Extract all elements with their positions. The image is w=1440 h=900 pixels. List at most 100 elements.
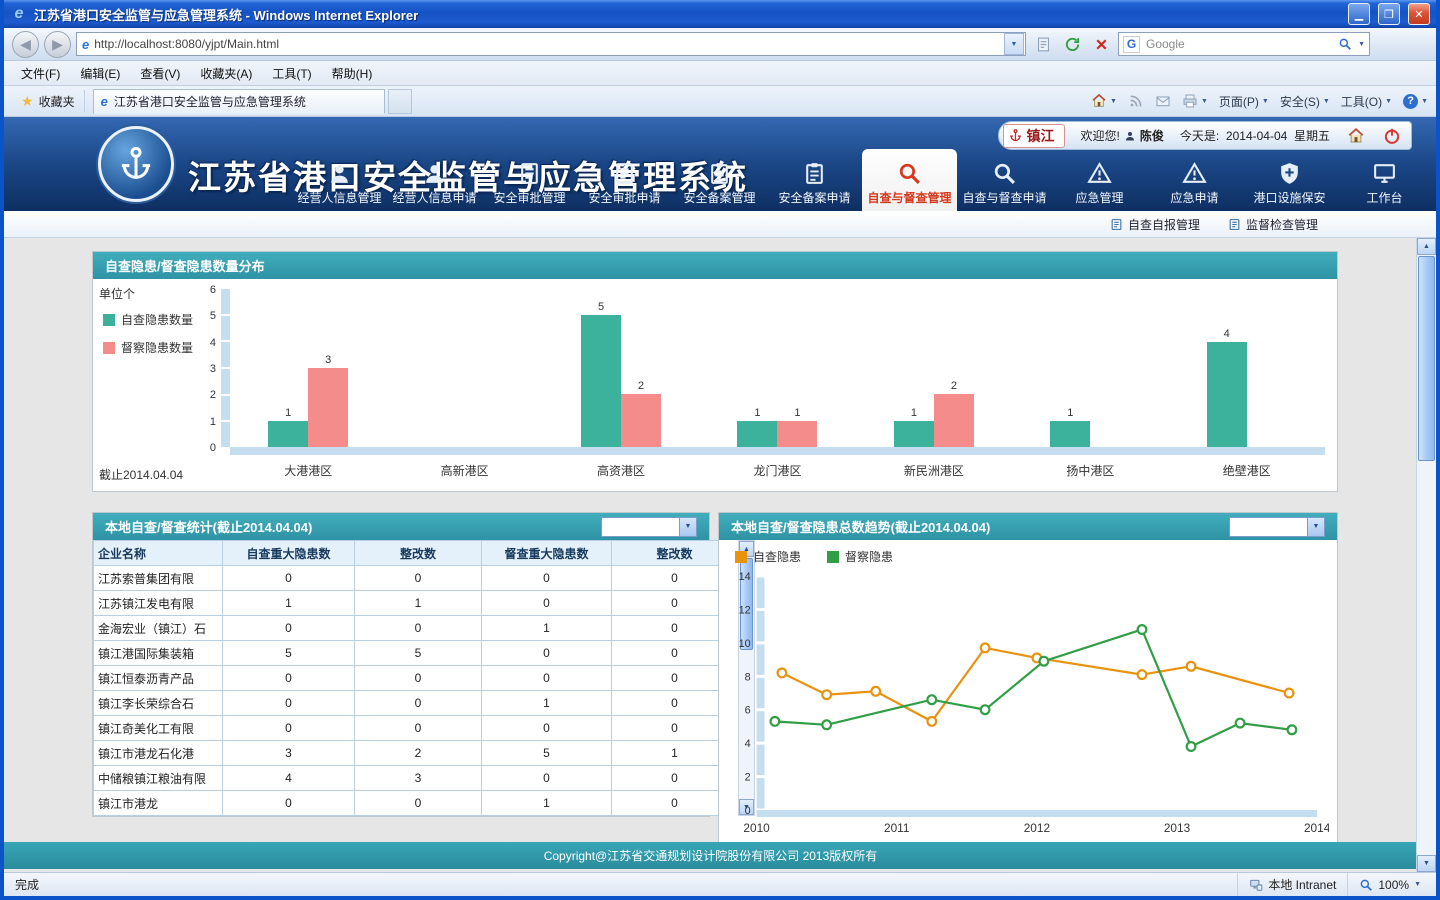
new-tab-button[interactable] — [388, 89, 412, 114]
minimize-button[interactable]: ▁ — [1348, 3, 1370, 25]
value-cell: 0 — [223, 691, 355, 716]
safety-menu-button[interactable]: 安全(S)▼ — [1280, 93, 1330, 110]
bar-x-axis: 大港港区高新港区高资港区龙门港区新民洲港区扬中港区绝壁港区 — [230, 462, 1325, 479]
nav-item-7-active[interactable]: 自查与督查管理 — [862, 149, 957, 211]
stats-filter-dropdown[interactable]: ▼ — [601, 517, 697, 537]
table-row[interactable]: 江苏索普集团有限0000 — [94, 566, 738, 591]
warning-icon — [1087, 161, 1112, 186]
table-row[interactable]: 镇江港国际集装箱5500 — [94, 641, 738, 666]
feeds-button[interactable] — [1128, 93, 1144, 109]
nav-item-1[interactable]: 经营人信息管理 — [292, 153, 387, 211]
nav-item-11[interactable]: 港口设施保安 — [1242, 153, 1337, 211]
tools-menu-button[interactable]: 工具(O)▼ — [1341, 93, 1392, 110]
legend-label: 自查隐患数量 — [121, 311, 193, 328]
favorites-button[interactable]: ★ 收藏夹 — [12, 90, 85, 112]
column-header-3: 整改数 — [355, 541, 482, 566]
address-dropdown-button[interactable]: ▼ — [1004, 33, 1024, 55]
print-button[interactable]: ▼ — [1182, 93, 1208, 109]
help-menu-button[interactable]: ?▼ — [1403, 94, 1428, 109]
nav-item-8[interactable]: 自查与督查申请 — [957, 153, 1052, 211]
trend-filter-dropdown[interactable]: ▼ — [1229, 517, 1325, 537]
bar-chart-panel: 自查隐患/督查隐患数量分布 单位个 自查隐患数量 督察隐患数量 截止2014.0… — [92, 251, 1338, 492]
back-button[interactable]: ◀ — [12, 31, 39, 58]
menu-bar: 文件(F) 编辑(E) 查看(V) 收藏夹(A) 工具(T) 帮助(H) — [4, 61, 1436, 86]
title-bar: e 江苏省港口安全监管与应急管理系统 - Windows Internet Ex… — [4, 0, 1436, 28]
subnav-item-supervision[interactable]: 监督检查管理 — [1228, 216, 1318, 233]
value-cell: 4 — [223, 766, 355, 791]
table-row[interactable]: 金海宏业（镇江）石0010 — [94, 616, 738, 641]
value-cell: 0 — [482, 641, 612, 666]
home-shortcut-button[interactable] — [1346, 126, 1366, 146]
table-row[interactable]: 镇江市港龙0010 — [94, 791, 738, 816]
nav-item-6[interactable]: 安全备案申请 — [767, 153, 862, 211]
nav-item-4[interactable]: 安全审批申请 — [577, 153, 672, 211]
copyright-text: Copyright@江苏省交通规划设计院股份有限公司 2013版权所有 — [544, 847, 878, 864]
inspection-trend-swatch — [827, 551, 839, 563]
svg-text:2010: 2010 — [743, 821, 770, 835]
menu-help[interactable]: 帮助(H) — [323, 62, 382, 85]
page-scrollbar[interactable]: ▲ ▼ — [1416, 238, 1436, 872]
active-tab[interactable]: e 江苏省港口安全监管与应急管理系统 — [93, 89, 385, 114]
value-cell: 1 — [223, 591, 355, 616]
bar-group-扬中港区: 1 — [1012, 289, 1168, 455]
doc-icon — [1110, 218, 1123, 231]
close-button[interactable]: ✕ — [1408, 3, 1430, 25]
nav-item-3[interactable]: 安全审批管理 — [482, 153, 577, 211]
stop-button[interactable] — [1089, 32, 1113, 56]
table-row[interactable]: 镇江市港龙石化港3251 — [94, 741, 738, 766]
maximize-button[interactable]: ❐ — [1378, 3, 1400, 25]
status-bar: 完成 本地 Intranet 100% ▼ — [4, 872, 1436, 896]
table-row[interactable]: 镇江恒泰沥青产品0000 — [94, 666, 738, 691]
self-check-swatch — [103, 314, 115, 326]
forward-button[interactable]: ▶ — [44, 31, 71, 58]
inspection-bar-高资港区 — [621, 394, 661, 447]
mail-button[interactable] — [1155, 93, 1171, 109]
nav-item-9[interactable]: 应急管理 — [1052, 153, 1147, 211]
page-footer: Copyright@江苏省交通规划设计院股份有限公司 2013版权所有 — [4, 842, 1417, 869]
table-row[interactable]: 江苏镇江发电有限1100 — [94, 591, 738, 616]
svg-text:2: 2 — [745, 772, 751, 784]
nav-item-2[interactable]: 经营人信息申请 — [387, 153, 482, 211]
value-cell: 0 — [223, 566, 355, 591]
value-cell: 0 — [355, 616, 482, 641]
value-cell: 5 — [355, 641, 482, 666]
home-button[interactable]: ▼ — [1091, 93, 1117, 109]
value-cell: 5 — [482, 741, 612, 766]
scroll-thumb[interactable] — [1418, 256, 1435, 461]
menu-edit[interactable]: 编辑(E) — [71, 62, 129, 85]
menu-favorites[interactable]: 收藏夹(A) — [191, 62, 261, 85]
nav-item-5[interactable]: 安全备案管理 — [672, 153, 767, 211]
scroll-down-icon[interactable]: ▼ — [1417, 855, 1436, 872]
menu-tools[interactable]: 工具(T) — [263, 62, 320, 85]
value-cell: 0 — [223, 791, 355, 816]
legend-label: 自查隐患 — [753, 548, 801, 565]
search-icon[interactable] — [1338, 37, 1352, 51]
subnav-item-self-report[interactable]: 自查自报管理 — [1110, 216, 1200, 233]
svg-text:8: 8 — [745, 671, 751, 683]
compatibility-view-button[interactable] — [1031, 32, 1055, 56]
value-cell: 0 — [223, 616, 355, 641]
menu-file[interactable]: 文件(F) — [12, 62, 69, 85]
page-menu-button[interactable]: 页面(P)▼ — [1219, 93, 1269, 110]
address-field[interactable]: e http://localhost:8080/yjpt/Main.html ▼ — [76, 32, 1026, 56]
table-row[interactable]: 镇江李长荣综合石0010 — [94, 691, 738, 716]
table-row[interactable]: 镇江奇美化工有限0000 — [94, 716, 738, 741]
stats-table: 企业名称自查重大隐患数整改数督查重大隐患数整改数 江苏索普集团有限0000江苏镇… — [93, 540, 709, 816]
value-cell: 1 — [482, 791, 612, 816]
zoom-control[interactable]: 100% ▼ — [1347, 873, 1432, 896]
search-dropdown-icon[interactable]: ▼ — [1358, 41, 1365, 48]
search-box[interactable]: G Google ▼ — [1118, 32, 1370, 56]
value-cell: 2 — [355, 741, 482, 766]
nav-item-label: 安全审批管理 — [493, 189, 565, 206]
scroll-up-icon[interactable]: ▲ — [1417, 238, 1436, 255]
nav-item-12[interactable]: 工作台 — [1337, 153, 1432, 211]
bar-value-label: 2 — [621, 380, 661, 392]
menu-view[interactable]: 查看(V) — [131, 62, 189, 85]
refresh-button[interactable] — [1060, 32, 1084, 56]
table-row[interactable]: 中储粮镇江粮油有限4300 — [94, 766, 738, 791]
bar-value-label: 1 — [268, 407, 308, 419]
trend-panel: 本地自查/督查隐患总数趋势(截止2014.04.04) ▼ 自查隐患 督察隐患 … — [718, 512, 1338, 847]
nav-item-10[interactable]: 应急申请 — [1147, 153, 1242, 211]
logout-button[interactable] — [1382, 126, 1402, 146]
company-name-cell: 镇江奇美化工有限 — [94, 716, 223, 741]
